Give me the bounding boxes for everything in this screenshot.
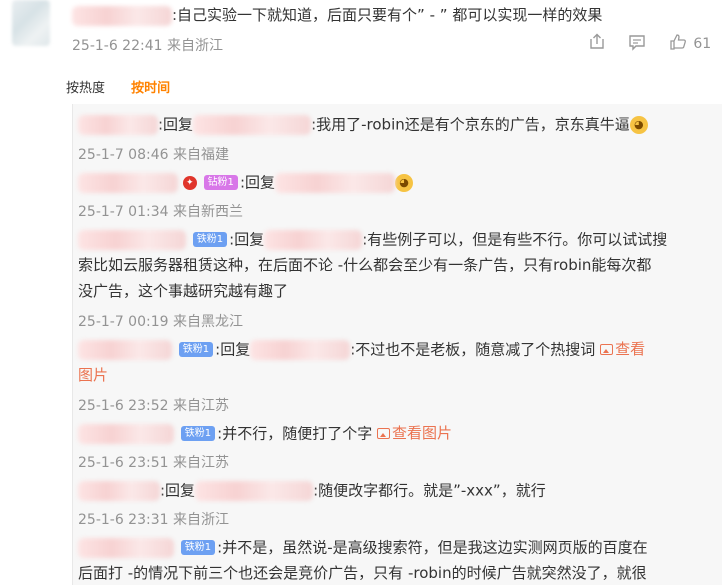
username-blurred[interactable] [78,172,178,193]
username-blurred[interactable] [78,339,172,360]
iron-fan-badge: 铁粉1 [192,232,228,247]
reply-time: 25-1-6 23:51 [78,455,169,471]
reply-2-meta: 25-1-7 01:34 来自新西兰 [78,201,243,221]
reply-time: 25-1-6 23:52 [78,398,169,414]
reply-location: 来自浙江 [172,512,229,528]
reply-3-meta: 25-1-7 00:19 来自黑龙江 [78,311,243,331]
comment-meta: 25-1-6 22:41 来自浙江 [72,35,223,55]
reply-6: :回复:随便改字都行。就是”-xxx”，就行 [78,477,546,504]
comment-line: :自己实验一下就知道，后面只要有个” - ” 都可以实现一样的效果 [72,4,602,26]
reply-location: 来自江苏 [172,455,229,471]
username-blurred[interactable] [78,114,158,135]
comment-actions: 61 [588,33,711,55]
sort-by-time-tab[interactable]: 按时间 [131,81,170,96]
diamond-fan-badge: 钻粉1 [203,175,238,190]
reply-6-meta: 25-1-6 23:31 来自浙江 [78,509,229,529]
reply-4-meta: 25-1-6 23:52 来自江苏 [78,395,229,415]
username-blurred[interactable] [78,537,174,558]
comment-time: 25-1-6 22:41 [72,38,163,54]
reply-time: 25-1-6 23:31 [78,512,169,528]
red-badge-icon: ✦ [182,175,197,190]
reply-target-blurred[interactable] [275,172,395,193]
reply-target-blurred[interactable] [195,480,314,501]
comment-location: 来自浙江 [166,38,223,54]
share-icon[interactable] [588,33,606,55]
like-count: 61 [693,36,712,52]
username-blurred[interactable] [78,229,186,250]
reply-location: 来自江苏 [172,398,229,414]
reply-3-line2: 索比如云服务器租赁这种，在后面不论 -什么都会至少有一条广告，只有robin能每… [78,256,652,274]
iron-fan-badge: 铁粉1 [178,342,214,357]
reply-time: 25-1-7 01:34 [78,204,169,220]
comment-text: :自己实验一下就知道，后面只要有个” - ” 都可以实现一样的效果 [172,6,603,24]
reply-target-blurred[interactable] [250,339,351,360]
doge-emoji-icon: ◕ [629,115,648,134]
username-blurred[interactable] [72,5,172,26]
username-blurred[interactable] [78,480,160,501]
image-icon [600,344,614,355]
reply-3-line3: 没广告，这个事越研究越有趣了 [78,282,289,300]
reply-4: 铁粉1:回复:不过也不是老板，随意减了个热搜词 查看 [78,336,645,363]
reply-5: 铁粉1:并不行，随便打了个字 查看图片 [78,420,452,447]
reply-target-blurred[interactable] [193,114,312,135]
view-image-link[interactable]: 查看图片 [377,424,452,442]
avatar[interactable] [12,0,50,46]
reply-1-meta: 25-1-7 08:46 来自福建 [78,144,229,164]
iron-fan-badge: 铁粉1 [180,426,216,441]
reply-time: 25-1-7 08:46 [78,147,169,163]
reply-1: :回复:我用了-robin还是有个京东的广告，京东真牛逼 ◕ [78,111,648,138]
reply-3: 铁粉1:回复:有些例子可以，但是有些不行。你可以试试搜 [78,226,667,253]
view-image-link[interactable]: 查看 [600,340,645,358]
username-blurred[interactable] [78,423,174,444]
reply-location: 来自新西兰 [172,204,243,220]
reply-7: 铁粉1:并不是，虽然说-是高级搜索符，但是我这边实测网页版的百度在 [78,534,648,561]
like-icon[interactable] [669,33,687,55]
reply-target-blurred[interactable] [264,229,363,250]
doge-emoji-icon: ◕ [395,173,413,192]
reply-7-line2: 后面打 -的情况下前三个也还会是竞价广告，只有 -robin的时候广告就突然没了… [78,564,647,582]
iron-fan-badge: 铁粉1 [180,540,216,555]
sort-tabs: 按热度 按时间 [66,77,170,96]
view-image-link-cont[interactable]: 图片 [78,362,108,388]
image-icon [377,428,390,439]
reply-time: 25-1-7 00:19 [78,314,169,330]
reply-2: ✦ 钻粉1:回复 ◕ [78,169,413,196]
reply-5-meta: 25-1-6 23:51 来自江苏 [78,452,229,472]
comment-icon[interactable] [628,33,646,55]
sort-by-hot-tab[interactable]: 按热度 [66,81,105,96]
reply-location: 来自福建 [172,147,229,163]
reply-location: 来自黑龙江 [172,314,243,330]
